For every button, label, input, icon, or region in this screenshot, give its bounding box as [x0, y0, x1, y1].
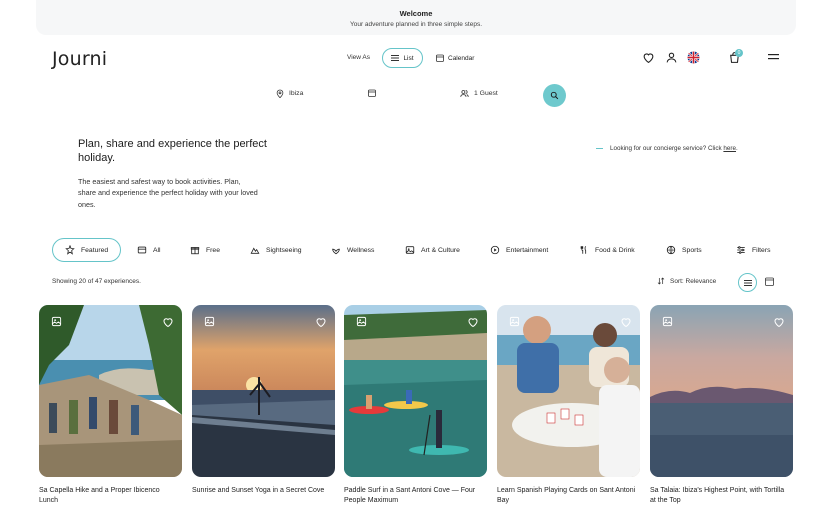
calendar-icon [436, 54, 444, 62]
food-drink-icon [579, 245, 589, 255]
gallery-icon [509, 316, 520, 327]
concierge-text: Looking for our concierge service? Click [610, 145, 724, 152]
view-as-label: View As [347, 54, 371, 61]
category-free[interactable]: Free [190, 238, 220, 262]
category-sightseeing[interactable]: Sightseeing [250, 238, 302, 262]
results-count: Showing 20 of 47 experiences. [52, 278, 141, 285]
all-icon [137, 245, 147, 255]
list-layout-icon [743, 279, 752, 286]
concierge-suffix: . [736, 145, 738, 152]
favorite-heart-icon[interactable] [162, 316, 174, 328]
list-icon [391, 55, 400, 61]
grid-layout-icon [765, 277, 775, 286]
filters-label: Filters [752, 246, 771, 254]
calendar-view-label: Calendar [448, 54, 475, 62]
search-button[interactable] [543, 84, 566, 107]
experience-title[interactable]: Paddle Surf in a Sant Antoni Cove — Four… [344, 486, 484, 506]
sort-icon [657, 277, 665, 285]
concierge-link[interactable]: here [723, 145, 736, 152]
experience-card[interactable]: Learn Spanish Playing Cards on Sant Anto… [497, 305, 640, 506]
experience-image-sa-talaia[interactable] [650, 305, 793, 477]
concierge-dash [596, 147, 603, 150]
category-label: All [153, 246, 161, 254]
hero-description: The easiest and safest way to book activ… [78, 177, 258, 209]
location-pin-icon [276, 89, 284, 98]
category-label: Sports [682, 246, 702, 254]
category-sports[interactable]: Sports [666, 238, 702, 262]
guests-icon [460, 89, 469, 98]
experience-title[interactable]: Sa Talaia: Ibiza's Highest Point, with T… [650, 486, 790, 506]
entertainment-icon [490, 245, 500, 255]
search-icon [550, 91, 559, 100]
experience-image-yoga[interactable] [192, 305, 335, 477]
hero-title: Plan, share and experience the perfect h… [78, 138, 267, 164]
banner-subtitle: Your adventure planned in three simple s… [349, 21, 482, 28]
list-view-label: List [403, 54, 414, 62]
gallery-icon [204, 316, 215, 327]
favorite-heart-icon[interactable] [467, 316, 479, 328]
banner-title: Welcome [399, 9, 433, 18]
experience-image-paddle-surf[interactable] [344, 305, 487, 477]
experience-card[interactable]: Paddle Surf in a Sant Antoni Cove — Four… [344, 305, 487, 506]
favorite-heart-icon[interactable] [773, 316, 785, 328]
category-art-culture[interactable]: Art & Culture [405, 238, 460, 262]
category-wellness[interactable]: Wellness [331, 238, 374, 262]
experience-image-playing-cards[interactable] [497, 305, 640, 477]
category-entertainment[interactable]: Entertainment [490, 238, 548, 262]
location-value: Ibiza [289, 90, 304, 97]
category-featured[interactable]: Featured [52, 238, 122, 262]
experience-card[interactable]: Sa Capella Hike and a Proper Ibicenco Lu… [39, 305, 182, 506]
free-icon [190, 245, 200, 255]
gallery-icon [51, 316, 62, 327]
calendar-view-button[interactable]: Calendar [436, 52, 474, 64]
date-calendar-icon [368, 89, 376, 97]
location-field[interactable]: Ibiza [276, 89, 303, 98]
heart-icon[interactable] [642, 51, 655, 64]
experience-title[interactable]: Sa Capella Hike and a Proper Ibicenco Lu… [39, 486, 179, 506]
sort-label: Sort: Relevance [670, 277, 717, 285]
experience-card[interactable]: Sunrise and Sunset Yoga in a Secret Cove [192, 305, 335, 496]
date-field[interactable] [368, 89, 381, 97]
experience-card[interactable]: Sa Talaia: Ibiza's Highest Point, with T… [650, 305, 793, 506]
user-icon[interactable] [665, 51, 678, 64]
category-label: Food & Drink [595, 246, 635, 254]
wellness-icon [331, 245, 341, 255]
category-label: Featured [81, 246, 109, 254]
gallery-icon [662, 316, 673, 327]
concierge-notice: Looking for our concierge service? Click… [596, 145, 738, 152]
guests-field[interactable]: 1 Guest [460, 89, 498, 98]
logo[interactable]: Journi [52, 48, 107, 70]
grid-layout-toggle[interactable] [765, 277, 775, 287]
filters-button[interactable]: Filters [736, 238, 771, 262]
search-bar: Ibiza 1 Guest [0, 84, 832, 107]
sort-dropdown[interactable]: Sort: Relevance [657, 277, 716, 285]
category-label: Wellness [347, 246, 375, 254]
sightseeing-icon [250, 245, 260, 255]
menu-icon[interactable] [768, 53, 781, 66]
gallery-icon [356, 316, 367, 327]
art-culture-icon [405, 245, 415, 255]
category-food-drink[interactable]: Food & Drink [579, 238, 635, 262]
welcome-banner: Welcome Your adventure planned in three … [36, 0, 796, 35]
category-label: Free [206, 246, 220, 254]
sports-icon [666, 245, 676, 255]
experience-title[interactable]: Sunrise and Sunset Yoga in a Secret Cove [192, 486, 332, 496]
cart-count-badge: 0 [735, 49, 743, 57]
filters-icon [736, 245, 746, 255]
category-label: Entertainment [506, 246, 549, 254]
guests-value: 1 Guest [474, 90, 498, 97]
list-view-button[interactable]: List [382, 48, 423, 68]
category-tabs: Featured All Free Sightseeing Wellness A… [0, 238, 832, 262]
category-all[interactable]: All [137, 238, 161, 262]
favorite-heart-icon[interactable] [315, 316, 327, 328]
category-label: Sightseeing [266, 246, 302, 254]
experience-title[interactable]: Learn Spanish Playing Cards on Sant Anto… [497, 486, 637, 506]
uk-flag-icon[interactable] [687, 51, 700, 64]
featured-icon [65, 245, 75, 255]
experience-image-hike[interactable] [39, 305, 182, 477]
category-label: Art & Culture [421, 246, 460, 254]
favorite-heart-icon[interactable] [620, 316, 632, 328]
list-layout-toggle[interactable] [738, 273, 757, 292]
